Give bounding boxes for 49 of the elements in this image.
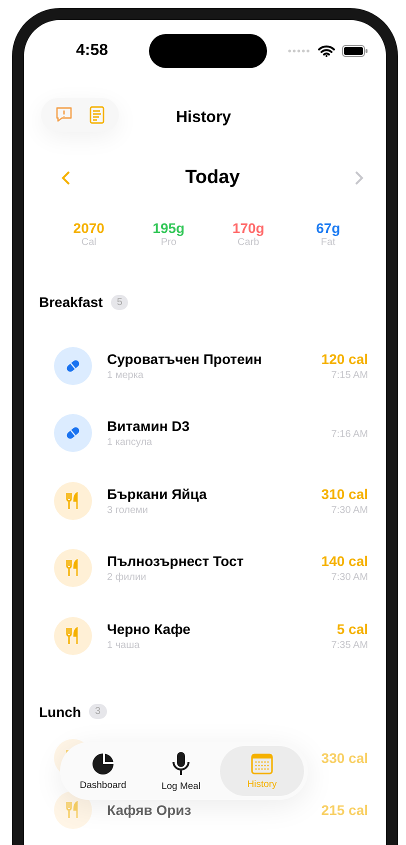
time-text: 7:35 AM <box>331 640 368 651</box>
page-title: History <box>176 109 232 127</box>
time-text: 7:15 AM <box>331 370 368 381</box>
feedback-icon[interactable] <box>55 106 73 124</box>
food-amount: 1 чаша <box>107 640 141 651</box>
battery-icon <box>342 45 368 57</box>
calories-text: 330 cal <box>321 750 368 766</box>
document-icon[interactable] <box>89 106 105 124</box>
food-amount: 1 мерка <box>107 370 144 381</box>
food-name: Суроватъчен Протеин <box>107 350 263 367</box>
time-text: 7:30 AM <box>331 572 368 584</box>
count-badge: 5 <box>110 294 128 310</box>
food-amount: 3 големи <box>107 504 149 516</box>
calories-text: 120 cal <box>321 350 368 367</box>
time-text: 7:16 AM <box>331 429 368 440</box>
microphone-icon <box>171 750 191 776</box>
signal-icon <box>287 49 311 53</box>
tab-button[interactable]: Dashboard <box>64 746 142 796</box>
food-name: Кафяв Ориз <box>107 802 192 818</box>
macro-value: 170g <box>232 220 264 236</box>
date-label: Today <box>185 167 240 189</box>
wifi-icon <box>318 45 335 57</box>
macro-value: 67g <box>316 220 340 236</box>
calories-text: 5 cal <box>336 620 368 637</box>
tab-button[interactable]: Log Meal <box>142 746 220 796</box>
time-text: 7:30 AM <box>331 504 368 516</box>
macro-value: 2070 <box>73 220 104 236</box>
section-title: Breakfast <box>39 294 103 310</box>
macro-value: 195g <box>152 220 185 236</box>
macro-label: Cal <box>81 237 96 248</box>
food-name: Черно Кафе <box>107 620 192 637</box>
calories-text: 215 cal <box>321 802 368 818</box>
pill-icon <box>54 414 92 452</box>
food-name: Пълнозърнест Тост <box>107 553 245 570</box>
calories-text: 310 cal <box>321 486 368 502</box>
food-name: Витамин D3 <box>107 418 191 434</box>
macro-label: Carb <box>238 237 260 248</box>
count-badge: 3 <box>89 704 107 719</box>
food-name: Бъркани Яйца <box>107 486 208 502</box>
section-title: Lunch <box>39 704 81 720</box>
pill-icon <box>54 346 92 385</box>
macro-label: Pro <box>160 237 176 248</box>
food-amount: 1 капсула <box>107 437 154 448</box>
macro-label: Fat <box>320 237 336 248</box>
food-amount: 2 филии <box>107 572 148 584</box>
pie-chart-icon <box>91 752 115 776</box>
status-time: 4:58 <box>76 42 108 60</box>
calories-text: 140 cal <box>321 553 368 570</box>
calendar-icon <box>251 752 273 774</box>
